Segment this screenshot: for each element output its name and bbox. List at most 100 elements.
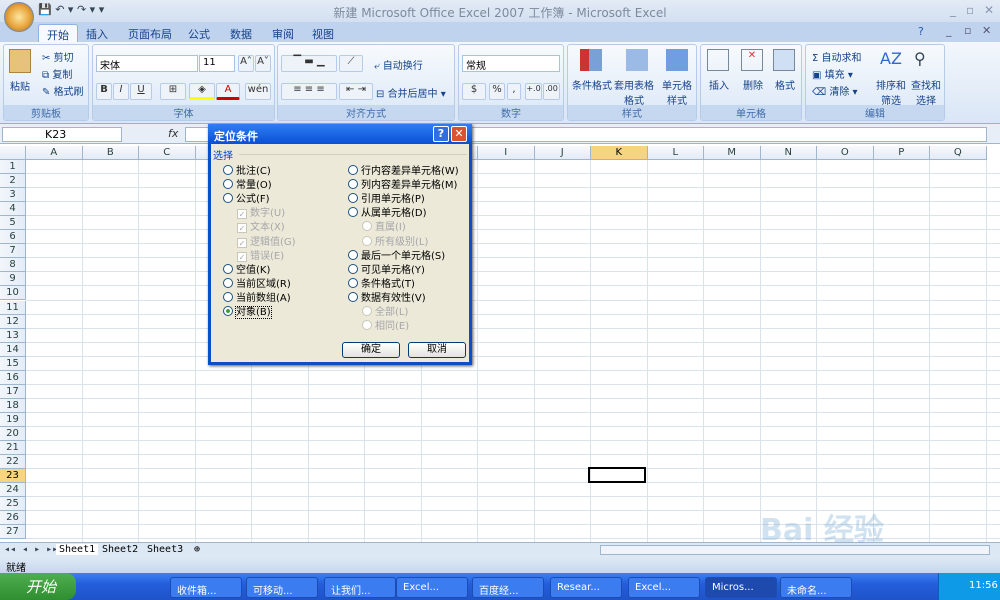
row-header-13[interactable]: 13 <box>0 328 26 343</box>
row-header-20[interactable]: 20 <box>0 426 26 441</box>
format-cells-button[interactable]: 格式 <box>775 77 795 92</box>
row-header-18[interactable]: 18 <box>0 398 26 413</box>
grow-font-button[interactable]: A˄ <box>238 55 254 72</box>
column-header-C[interactable]: C <box>139 146 196 160</box>
row-header-1[interactable]: 1 <box>0 160 26 174</box>
sheet-tab-2[interactable]: Sheet2 <box>102 544 138 555</box>
column-header-P[interactable]: P <box>873 146 930 160</box>
row-header-5[interactable]: 5 <box>0 216 26 231</box>
radio-icon[interactable] <box>362 320 372 331</box>
tab-review[interactable]: 审阅 <box>264 24 302 42</box>
option-right-7[interactable]: 可见单元格(Y) <box>348 261 425 276</box>
option-right-8[interactable]: 条件格式(T) <box>348 275 415 290</box>
vertical-align-buttons[interactable]: ▔ ▬ ▁ <box>281 55 337 72</box>
option-right-10[interactable]: 全部(L) <box>362 303 408 318</box>
row-header-16[interactable]: 16 <box>0 370 26 385</box>
option-right-11[interactable]: 相同(E) <box>362 317 409 332</box>
horizontal-align-buttons[interactable]: ≡ ≡ ≡ <box>281 83 337 100</box>
taskbar-item[interactable]: 让我们... <box>324 577 396 598</box>
help-icon[interactable]: ? <box>918 25 924 38</box>
option-left-0[interactable]: 批注(C) <box>223 162 271 177</box>
taskbar-item[interactable]: Excel... <box>628 577 700 598</box>
merge-center-button[interactable]: ⊟ 合并后居中 ▾ <box>376 85 446 100</box>
radio-icon[interactable] <box>348 193 358 204</box>
radio-icon[interactable] <box>348 179 358 190</box>
taskbar-item[interactable]: 收件箱... <box>170 577 242 598</box>
tab-insert[interactable]: 插入 <box>78 24 116 42</box>
accounting-format-button[interactable]: $ <box>462 83 486 100</box>
column-header-K[interactable]: K <box>591 146 648 160</box>
row-header-25[interactable]: 25 <box>0 497 26 512</box>
indent-buttons[interactable]: ⇤ ⇥ <box>339 83 373 100</box>
insert-sheet-icon[interactable]: ⊕ <box>194 544 200 555</box>
tab-view[interactable]: 视图 <box>304 24 342 42</box>
wb-restore-button[interactable]: ▫ <box>964 24 971 37</box>
insert-cells-button[interactable]: 插入 <box>709 77 729 92</box>
row-header-26[interactable]: 26 <box>0 511 26 526</box>
row-header-23[interactable]: 23 <box>0 469 26 484</box>
column-header-I[interactable]: I <box>478 146 535 160</box>
cancel-button[interactable]: 取消 <box>408 342 466 358</box>
option-left-8[interactable]: 当前区域(R) <box>223 275 291 290</box>
taskbar-item[interactable]: Excel... <box>396 577 468 598</box>
radio-icon[interactable] <box>348 207 358 218</box>
taskbar-item[interactable]: Micros... <box>705 577 777 598</box>
clear-button[interactable]: ⌫ 清除 ▾ <box>812 83 858 98</box>
active-cell[interactable] <box>588 467 646 483</box>
column-header-J[interactable]: J <box>534 146 591 160</box>
option-right-9[interactable]: 数据有效性(V) <box>348 289 426 304</box>
option-right-2[interactable]: 引用单元格(P) <box>348 190 425 205</box>
option-right-5[interactable]: 所有级别(L) <box>362 233 428 248</box>
radio-icon[interactable] <box>223 179 233 190</box>
undo-icon[interactable]: ↶ ▾ <box>55 3 73 16</box>
column-header-N[interactable]: N <box>760 146 817 160</box>
number-format-select[interactable]: 常规 <box>462 55 560 72</box>
radio-icon[interactable] <box>348 291 358 302</box>
radio-icon[interactable] <box>362 306 372 316</box>
radio-icon[interactable] <box>223 165 233 175</box>
help-button[interactable]: ? <box>433 126 449 142</box>
option-left-4[interactable]: ✓ 文本(X) <box>237 218 285 234</box>
row-header-15[interactable]: 15 <box>0 356 26 371</box>
column-header-O[interactable]: O <box>817 146 874 160</box>
select-all-corner[interactable] <box>0 146 26 160</box>
minimize-button[interactable]: _ <box>950 3 956 17</box>
option-left-7[interactable]: 空值(K) <box>223 261 270 276</box>
radio-icon[interactable] <box>348 263 358 274</box>
shrink-font-button[interactable]: A˅ <box>255 55 271 72</box>
option-left-10[interactable]: 对象(B) <box>223 303 272 319</box>
restore-button[interactable]: ▫ <box>966 3 974 17</box>
percent-button[interactable]: % <box>489 83 505 100</box>
conditional-format-button[interactable]: 条件格式 <box>572 77 612 92</box>
taskbar-item[interactable]: 可移动... <box>246 577 318 598</box>
wrap-text-button[interactable]: ⤶ 自动换行 <box>374 57 423 72</box>
radio-icon[interactable] <box>223 306 233 316</box>
comma-button[interactable]: , <box>507 83 521 100</box>
border-button[interactable]: ⊞ <box>160 83 186 100</box>
orientation-button[interactable]: ⟋ <box>339 55 363 72</box>
tab-page-layout[interactable]: 页面布局 <box>120 24 180 42</box>
row-header-24[interactable]: 24 <box>0 483 26 498</box>
column-header-Q[interactable]: Q <box>930 146 987 160</box>
tab-data[interactable]: 数据 <box>222 24 260 42</box>
tab-formulas[interactable]: 公式 <box>180 24 218 42</box>
option-left-9[interactable]: 当前数组(A) <box>223 289 291 304</box>
taskbar-item[interactable]: 百度经... <box>472 577 544 598</box>
option-right-6[interactable]: 最后一个单元格(S) <box>348 247 445 262</box>
close-button[interactable]: ✕ <box>984 3 994 17</box>
radio-icon[interactable] <box>348 249 358 260</box>
row-header-21[interactable]: 21 <box>0 441 26 455</box>
row-header-6[interactable]: 6 <box>0 230 26 245</box>
find-select-button[interactable]: 查找和选择 <box>909 77 943 107</box>
column-header-A[interactable]: A <box>26 146 83 160</box>
ok-button[interactable]: 确定 <box>342 342 400 358</box>
radio-icon[interactable] <box>348 277 358 288</box>
worksheet-grid[interactable]: ABCDEFGHIJKLMNOPQ12345678910111213141516… <box>0 146 1000 542</box>
radio-icon[interactable] <box>223 291 233 302</box>
row-header-12[interactable]: 12 <box>0 314 26 329</box>
column-header-L[interactable]: L <box>647 146 704 160</box>
option-left-5[interactable]: ✓ 逻辑值(G) <box>237 233 296 248</box>
option-right-3[interactable]: 从属单元格(D) <box>348 204 427 219</box>
option-right-0[interactable]: 行内容差异单元格(W) <box>348 162 459 177</box>
cut-button[interactable]: ✂ 剪切 <box>42 49 74 64</box>
